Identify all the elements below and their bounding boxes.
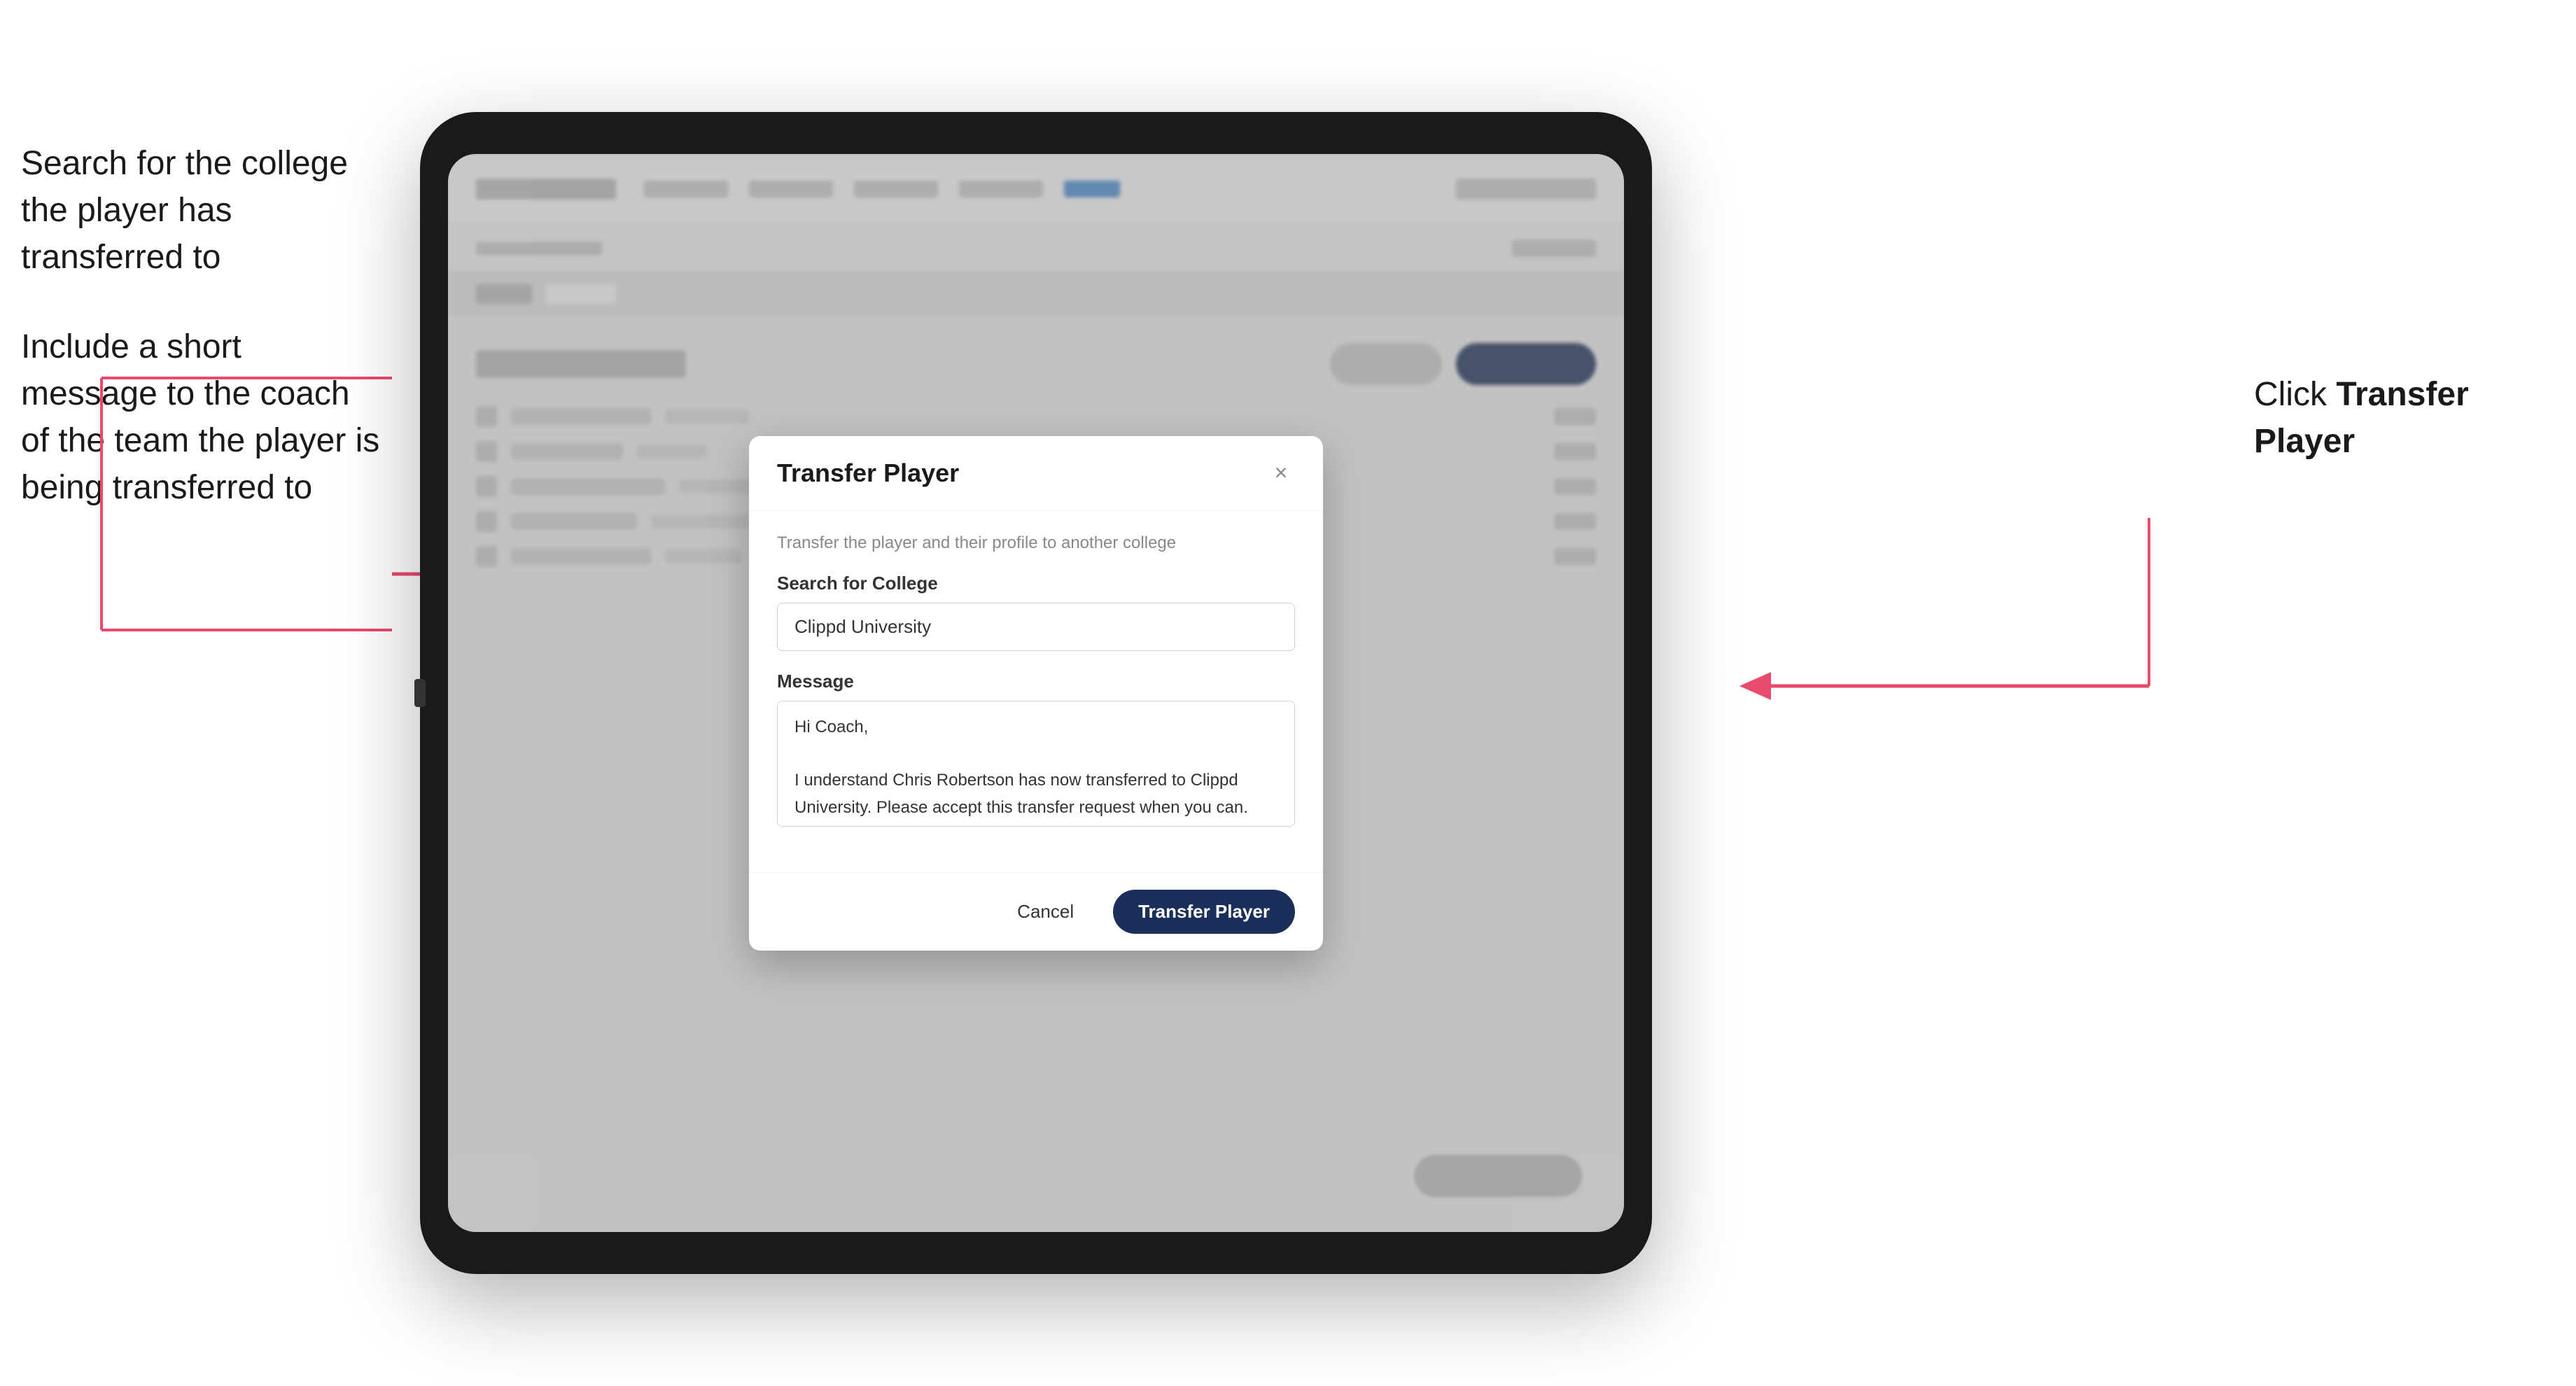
message-group: Message Hi Coach, I understand Chris Rob… — [777, 671, 1295, 830]
annotation-search: Search for the college the player has tr… — [21, 140, 385, 281]
tablet-device: Transfer Player × Transfer the player an… — [420, 112, 1652, 1274]
modal-title: Transfer Player — [777, 458, 959, 488]
modal-footer: Cancel Transfer Player — [749, 872, 1323, 951]
modal-body: Transfer the player and their profile to… — [749, 511, 1323, 872]
modal-close-button[interactable]: × — [1267, 459, 1295, 487]
tablet-body: Transfer Player × Transfer the player an… — [420, 112, 1652, 1274]
annotation-transfer-bold: Transfer Player — [2254, 376, 2469, 460]
left-annotations: Search for the college the player has tr… — [21, 140, 385, 553]
modal-description: Transfer the player and their profile to… — [777, 533, 1295, 553]
modal-overlay: Transfer Player × Transfer the player an… — [448, 154, 1624, 1232]
college-search-label: Search for College — [777, 573, 1295, 594]
annotation-message: Include a short message to the coach of … — [21, 323, 385, 512]
message-label: Message — [777, 671, 1295, 692]
tablet-screen: Transfer Player × Transfer the player an… — [448, 154, 1624, 1232]
college-search-input[interactable] — [777, 603, 1295, 651]
transfer-player-modal: Transfer Player × Transfer the player an… — [749, 436, 1323, 951]
annotation-click: Click Transfer Player — [2254, 371, 2520, 465]
cancel-button[interactable]: Cancel — [995, 890, 1096, 934]
college-search-group: Search for College — [777, 573, 1295, 651]
tablet-side-button — [414, 679, 426, 707]
transfer-player-button[interactable]: Transfer Player — [1113, 890, 1295, 934]
right-annotation: Click Transfer Player — [2254, 371, 2520, 465]
modal-header: Transfer Player × — [749, 436, 1323, 511]
message-textarea[interactable]: Hi Coach, I understand Chris Robertson h… — [777, 701, 1295, 827]
